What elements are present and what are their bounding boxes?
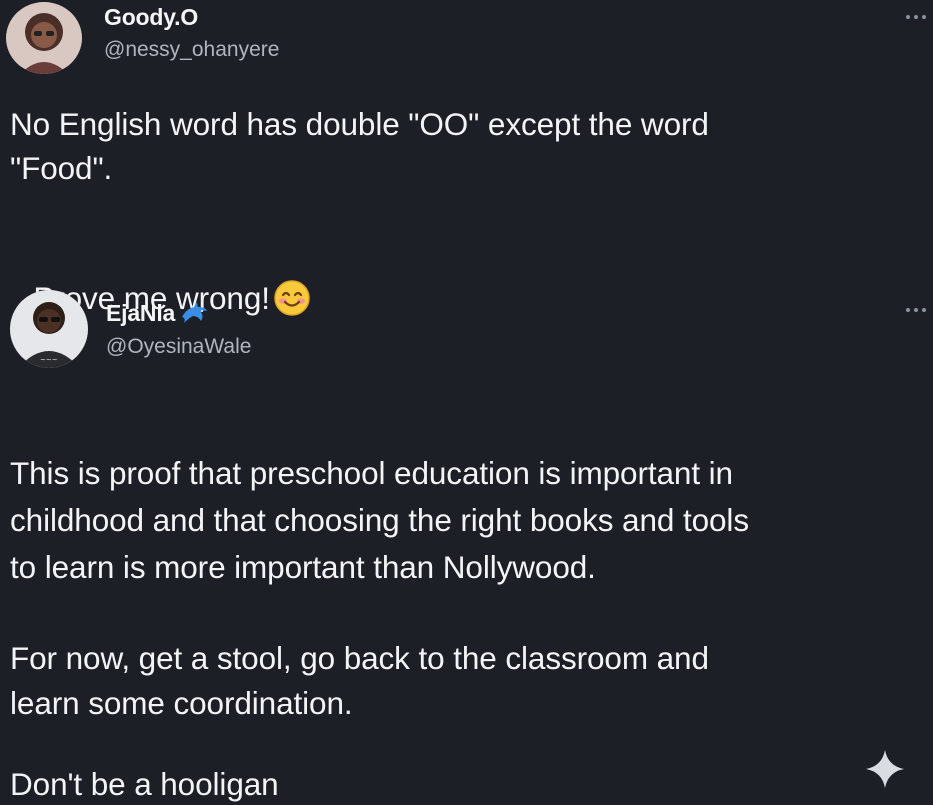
author-name[interactable]: Goody.O — [104, 4, 198, 31]
sparkle-icon[interactable] — [864, 748, 906, 790]
reply-text-line: This is proof that preschool education i… — [10, 455, 733, 491]
tweet-text-line: No English word has double "OO" except t… — [10, 106, 709, 142]
reply-author-name[interactable]: EjaNla — [106, 300, 209, 327]
reply-text-line: to learn is more important than Nollywoo… — [10, 549, 596, 585]
reply-text-line: For now, get a stool, go back to the cla… — [10, 640, 709, 676]
avatar-ejanla-image: ~~~ — [10, 290, 88, 368]
avatar-ejanla[interactable]: ~~~ — [10, 290, 88, 368]
author-handle[interactable]: @nessy_ohanyere — [104, 38, 279, 62]
avatar-goody-image — [6, 2, 82, 74]
reply-text-line: childhood and that choosing the right bo… — [10, 502, 749, 538]
more-options-icon[interactable] — [899, 10, 933, 24]
reply-more-options-icon[interactable] — [899, 303, 933, 317]
reply-author-handle[interactable]: @OyesinaWale — [106, 335, 251, 359]
reply-author-name-text: EjaNla — [106, 300, 176, 326]
dolphin-badge-icon — [182, 302, 208, 323]
smiling-face-icon — [274, 280, 310, 316]
reply-text-line: Don't be a hooligan — [10, 766, 279, 802]
tweet-text-line: "Food". — [10, 150, 113, 186]
reply-text-line: learn some coordination. — [10, 685, 353, 721]
avatar-goody[interactable] — [6, 2, 82, 74]
svg-text:~~~: ~~~ — [40, 356, 58, 364]
